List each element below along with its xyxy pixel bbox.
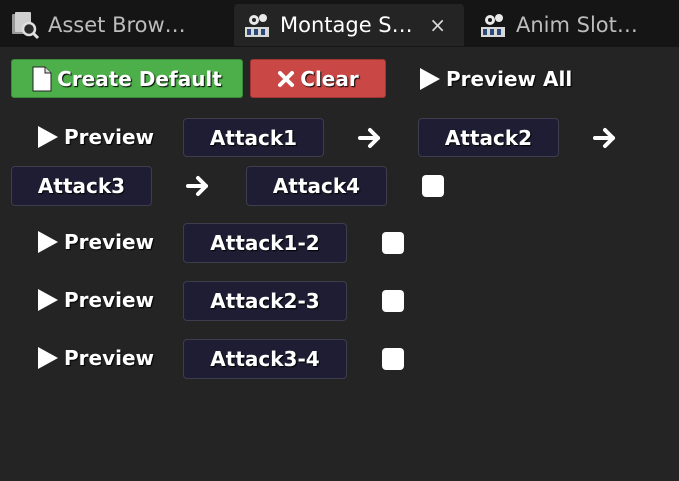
preview-label: Preview	[64, 346, 155, 370]
play-icon	[38, 347, 58, 369]
tab-label: Montage S…	[280, 13, 413, 37]
clear-button[interactable]: Clear	[250, 59, 386, 98]
play-icon	[38, 126, 58, 148]
loop-checkbox[interactable]	[382, 290, 404, 312]
preview-label: Preview	[64, 288, 155, 312]
slot-label: Attack2-3	[210, 289, 320, 313]
slot-label: Attack3-4	[210, 347, 320, 371]
play-icon	[38, 231, 58, 253]
slot-attack4[interactable]: Attack4	[246, 166, 387, 206]
preview-all-button[interactable]: Preview All	[414, 59, 574, 98]
preview-label: Preview	[64, 125, 155, 149]
play-icon	[38, 289, 58, 311]
slot-attack2-3[interactable]: Attack2-3	[183, 281, 347, 321]
slot-attack2[interactable]: Attack2	[418, 118, 559, 157]
arrow-right-icon	[358, 128, 380, 148]
close-tab-icon[interactable]: ×	[429, 13, 446, 37]
x-icon	[277, 70, 295, 88]
slot-label: Attack3	[37, 174, 126, 198]
loop-checkbox[interactable]	[382, 348, 404, 370]
slot-label: Attack4	[272, 174, 361, 198]
anim-slot-icon	[478, 10, 508, 40]
preview-button[interactable]: Preview	[32, 118, 162, 156]
slot-label: Attack2	[444, 125, 533, 150]
slot-attack3-4[interactable]: Attack3-4	[183, 339, 347, 379]
clear-label: Clear	[300, 66, 359, 91]
preview-label: Preview	[64, 230, 155, 254]
tab-montage[interactable]: Montage S… ×	[234, 4, 464, 46]
preview-button[interactable]: Preview	[32, 339, 162, 377]
tab-asset-browser[interactable]: Asset Brow…	[6, 4, 228, 46]
tab-label: Asset Brow…	[48, 13, 186, 37]
slot-attack1[interactable]: Attack1	[183, 118, 324, 157]
asset-browser-icon	[10, 10, 40, 40]
tab-bar: Asset Brow… Montage S… × Anim Slot…	[0, 0, 679, 47]
create-default-button[interactable]: Create Default	[11, 59, 243, 98]
create-default-label: Create Default	[57, 66, 222, 91]
slot-attack1-2[interactable]: Attack1-2	[183, 223, 347, 263]
preview-button[interactable]: Preview	[32, 223, 162, 261]
preview-all-label: Preview All	[446, 66, 573, 91]
play-icon	[420, 67, 440, 90]
loop-checkbox[interactable]	[382, 232, 404, 254]
loop-checkbox[interactable]	[422, 175, 444, 197]
arrow-right-icon	[593, 128, 615, 148]
slot-label: Attack1-2	[210, 231, 320, 255]
montage-icon	[242, 10, 272, 40]
document-icon	[32, 66, 52, 92]
tab-label: Anim Slot…	[516, 13, 638, 37]
slot-label: Attack1	[209, 125, 298, 150]
slot-attack3[interactable]: Attack3	[11, 166, 152, 206]
tab-anim-slot[interactable]: Anim Slot…	[474, 4, 679, 46]
arrow-right-icon	[186, 176, 208, 196]
preview-button[interactable]: Preview	[32, 281, 162, 319]
